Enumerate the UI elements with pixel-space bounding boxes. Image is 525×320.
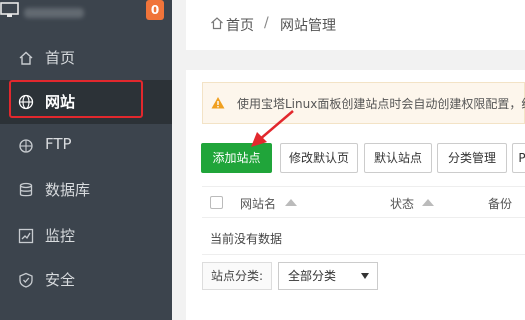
category-manage-button[interactable]: 分类管理: [437, 143, 507, 173]
monitor-icon: [0, 2, 19, 17]
breadcrumb-separator: /: [264, 15, 269, 31]
breadcrumb-home-link[interactable]: 首页: [226, 15, 254, 35]
server-name-blurred: [24, 8, 84, 18]
more-button[interactable]: P: [512, 143, 525, 173]
column-header-site-name[interactable]: 网站名: [240, 195, 276, 212]
home-icon: [19, 51, 33, 65]
sidebar-item-label: 安全: [45, 271, 76, 289]
breadcrumb: 首页 / 网站管理: [186, 0, 525, 50]
highlight-box: [9, 80, 143, 118]
sidebar-item-ftp[interactable]: FTP: [0, 124, 172, 168]
warning-icon: [211, 97, 225, 109]
column-header-backup[interactable]: 备份: [488, 195, 512, 212]
home-icon: [211, 17, 223, 30]
notification-badge[interactable]: 0: [146, 0, 164, 20]
category-filter-value: 全部分类: [288, 269, 337, 283]
sort-icon[interactable]: [285, 199, 297, 206]
annotation-arrow: [251, 110, 294, 147]
sidebar-item-label: 数据库: [45, 181, 91, 199]
select-all-checkbox[interactable]: [210, 196, 223, 209]
sidebar-item-monitor[interactable]: 监控: [0, 214, 172, 258]
database-icon: [19, 182, 33, 197]
default-site-button[interactable]: 默认站点: [364, 143, 432, 173]
sidebar-item-security[interactable]: 安全: [0, 258, 172, 302]
category-filter-select[interactable]: 全部分类: [278, 262, 378, 290]
divider: [202, 254, 525, 255]
sidebar-item-label: 首页: [45, 49, 76, 67]
sort-icon[interactable]: [422, 199, 434, 206]
sidebar-item-database[interactable]: 数据库: [0, 168, 172, 212]
monitor-chart-icon: [18, 228, 34, 244]
chevron-down-icon: [361, 273, 369, 279]
category-filter-label: 站点分类:: [202, 262, 272, 290]
sidebar-item-label: 监控: [45, 227, 76, 245]
table-header: 网站名 状态 备份: [202, 186, 525, 218]
breadcrumb-current: 网站管理: [280, 18, 336, 34]
sidebar-item-label: FTP: [45, 135, 72, 153]
sidebar-item-home[interactable]: 首页: [0, 36, 172, 80]
ftp-icon: [19, 139, 33, 153]
column-header-status[interactable]: 状态: [390, 195, 414, 212]
sidebar-header: 0: [0, 0, 172, 30]
empty-table-message: 当前没有数据: [210, 232, 283, 246]
shield-icon: [19, 272, 33, 288]
